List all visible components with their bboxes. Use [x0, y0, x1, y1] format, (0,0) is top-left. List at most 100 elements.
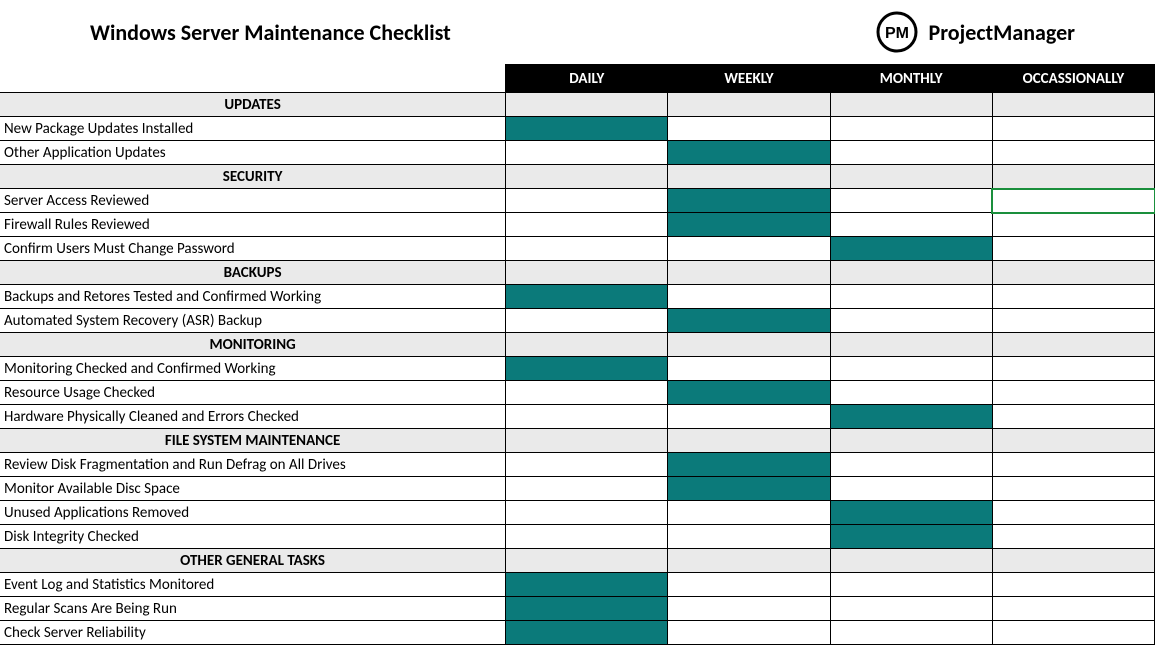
section-freq-cell[interactable] — [992, 165, 1154, 189]
freq-cell[interactable] — [830, 405, 992, 429]
table-row: New Package Updates Installed — [0, 117, 1155, 141]
section-freq-cell[interactable] — [830, 549, 992, 573]
freq-cell[interactable] — [668, 237, 830, 261]
freq-cell[interactable] — [668, 525, 830, 549]
freq-cell[interactable] — [668, 477, 830, 501]
section-freq-cell[interactable] — [506, 165, 668, 189]
table-row: Disk Integrity Checked — [0, 525, 1155, 549]
freq-cell[interactable] — [668, 309, 830, 333]
freq-cell[interactable] — [830, 501, 992, 525]
freq-cell[interactable] — [830, 189, 992, 213]
freq-cell[interactable] — [668, 453, 830, 477]
section-freq-cell[interactable] — [668, 165, 830, 189]
freq-cell[interactable] — [992, 285, 1154, 309]
freq-cell[interactable] — [668, 597, 830, 621]
freq-cell[interactable] — [992, 597, 1154, 621]
freq-cell[interactable] — [506, 285, 668, 309]
freq-cell[interactable] — [830, 141, 992, 165]
freq-cell[interactable] — [506, 141, 668, 165]
section-freq-cell[interactable] — [668, 93, 830, 117]
freq-cell[interactable] — [992, 309, 1154, 333]
table-row: Confirm Users Must Change Password — [0, 237, 1155, 261]
freq-cell[interactable] — [668, 621, 830, 645]
section-freq-cell[interactable] — [506, 333, 668, 357]
section-freq-cell[interactable] — [506, 93, 668, 117]
freq-cell[interactable] — [506, 213, 668, 237]
freq-cell[interactable] — [992, 381, 1154, 405]
freq-cell[interactable] — [992, 477, 1154, 501]
freq-cell[interactable] — [830, 453, 992, 477]
section-freq-cell[interactable] — [506, 429, 668, 453]
freq-cell[interactable] — [830, 237, 992, 261]
freq-cell[interactable] — [830, 213, 992, 237]
section-freq-cell[interactable] — [992, 261, 1154, 285]
freq-cell[interactable] — [668, 501, 830, 525]
freq-cell[interactable] — [506, 405, 668, 429]
freq-cell[interactable] — [506, 453, 668, 477]
section-freq-cell[interactable] — [506, 261, 668, 285]
freq-cell[interactable] — [992, 453, 1154, 477]
freq-cell[interactable] — [668, 405, 830, 429]
freq-cell[interactable] — [992, 357, 1154, 381]
freq-cell[interactable] — [668, 189, 830, 213]
freq-cell[interactable] — [668, 573, 830, 597]
section-name: OTHER GENERAL TASKS — [0, 549, 506, 573]
freq-cell[interactable] — [992, 405, 1154, 429]
freq-cell[interactable] — [506, 597, 668, 621]
section-freq-cell[interactable] — [992, 93, 1154, 117]
section-freq-cell[interactable] — [668, 549, 830, 573]
section-freq-cell[interactable] — [668, 333, 830, 357]
section-freq-cell[interactable] — [830, 429, 992, 453]
freq-cell[interactable] — [506, 573, 668, 597]
freq-cell[interactable] — [506, 189, 668, 213]
freq-cell[interactable] — [830, 117, 992, 141]
freq-cell[interactable] — [830, 525, 992, 549]
freq-cell[interactable] — [992, 525, 1154, 549]
section-freq-cell[interactable] — [992, 429, 1154, 453]
freq-cell[interactable] — [668, 381, 830, 405]
freq-cell[interactable] — [668, 213, 830, 237]
freq-cell[interactable] — [992, 573, 1154, 597]
freq-cell[interactable] — [830, 621, 992, 645]
section-freq-cell[interactable] — [830, 93, 992, 117]
freq-cell[interactable] — [506, 309, 668, 333]
section-freq-cell[interactable] — [830, 165, 992, 189]
freq-cell[interactable] — [830, 309, 992, 333]
freq-cell[interactable] — [668, 117, 830, 141]
freq-cell[interactable] — [830, 285, 992, 309]
freq-cell[interactable] — [992, 501, 1154, 525]
freq-cell[interactable] — [830, 357, 992, 381]
freq-cell[interactable] — [506, 621, 668, 645]
freq-cell[interactable] — [506, 477, 668, 501]
freq-cell[interactable] — [830, 477, 992, 501]
table-row: Monitor Available Disc Space — [0, 477, 1155, 501]
section-freq-cell[interactable] — [506, 549, 668, 573]
freq-cell[interactable] — [506, 525, 668, 549]
freq-cell[interactable] — [830, 573, 992, 597]
freq-cell[interactable] — [668, 141, 830, 165]
section-freq-cell[interactable] — [992, 549, 1154, 573]
freq-cell[interactable] — [506, 357, 668, 381]
freq-cell[interactable] — [506, 381, 668, 405]
section-freq-cell[interactable] — [992, 333, 1154, 357]
freq-cell[interactable] — [992, 213, 1154, 237]
section-freq-cell[interactable] — [830, 261, 992, 285]
task-label: Confirm Users Must Change Password — [0, 237, 506, 261]
freq-cell[interactable] — [992, 621, 1154, 645]
freq-cell[interactable] — [506, 117, 668, 141]
freq-cell[interactable] — [992, 141, 1154, 165]
freq-cell[interactable] — [830, 597, 992, 621]
section-freq-cell[interactable] — [668, 429, 830, 453]
freq-cell[interactable] — [992, 189, 1154, 213]
table-row: Other Application Updates — [0, 141, 1155, 165]
freq-cell[interactable] — [506, 501, 668, 525]
freq-cell[interactable] — [668, 357, 830, 381]
freq-cell[interactable] — [830, 381, 992, 405]
freq-cell[interactable] — [506, 237, 668, 261]
freq-cell[interactable] — [992, 117, 1154, 141]
task-label: Firewall Rules Reviewed — [0, 213, 506, 237]
section-freq-cell[interactable] — [830, 333, 992, 357]
freq-cell[interactable] — [668, 285, 830, 309]
section-freq-cell[interactable] — [668, 261, 830, 285]
freq-cell[interactable] — [992, 237, 1154, 261]
